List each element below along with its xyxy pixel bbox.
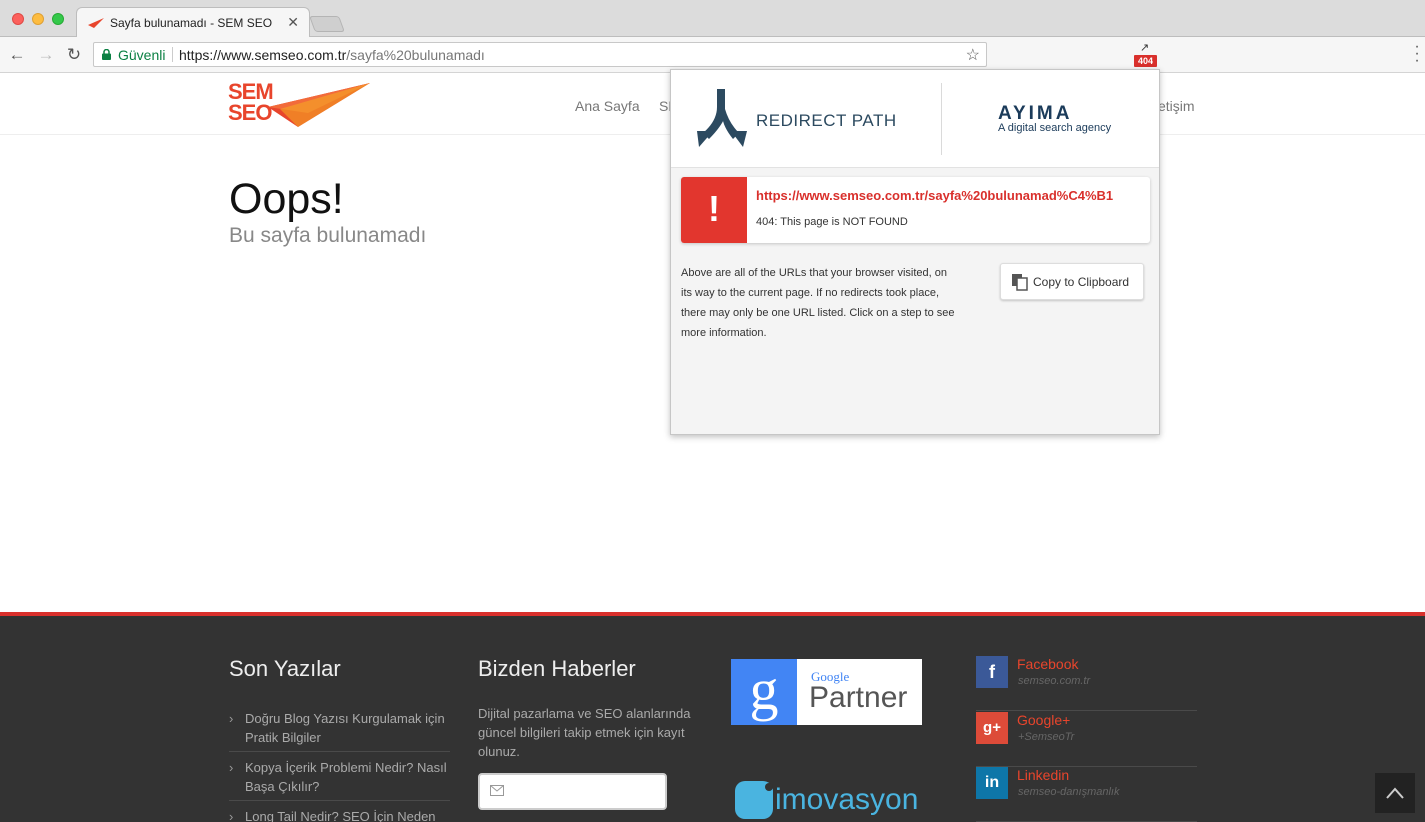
reload-icon[interactable]: ↻: [64, 45, 84, 65]
clipboard-icon: [1012, 274, 1028, 291]
newsletter-text: Dijital pazarlama ve SEO alanlarında gün…: [478, 706, 691, 759]
new-tab-button[interactable]: [309, 16, 345, 32]
back-arrow-icon[interactable]: ←: [7, 45, 27, 65]
redirect-path-logo-icon: [697, 89, 747, 147]
secure-label: Güvenli: [118, 47, 166, 63]
popup-header: REDIRECT PATH AYIMA A digital search age…: [671, 70, 1159, 168]
redirect-step-url[interactable]: https://www.semseo.com.tr/sayfa%20buluna…: [756, 188, 1113, 203]
url-path: /sayfa%20bulunamadı: [346, 47, 485, 63]
paper-plane-icon: [268, 83, 370, 127]
browser-tabbar: Sayfa bulunamadı - SEM SEO ✕: [0, 0, 1425, 38]
imovasyon-text: imovasyon: [775, 783, 919, 816]
svg-text:g: g: [750, 659, 779, 722]
nav-link-home[interactable]: Ana Sayfa: [575, 98, 640, 114]
browser-tab-active[interactable]: Sayfa bulunamadı - SEM SEO ✕: [76, 7, 310, 38]
page-subtitle: Bu sayfa bulunamadı: [229, 224, 427, 247]
forward-arrow-icon[interactable]: →: [36, 45, 56, 65]
popup-title: REDIRECT PATH: [756, 111, 897, 130]
google-partner-badge[interactable]: g Google Partner: [731, 659, 922, 725]
facebook-icon: f: [976, 656, 1008, 688]
tab-title: Sayfa bulunamadı - SEM SEO: [110, 16, 273, 30]
recent-post-link[interactable]: › Doğru Blog Yazısı Kurgulamak için Prat…: [229, 709, 450, 752]
site-footer: Son Yazılar › Doğru Blog Yazısı Kurgulam…: [0, 616, 1425, 822]
browser-toolbar: ← → ↻ Güvenli https://www.semseo.com.tr/…: [0, 37, 1425, 73]
social-handle: semseo.com.tr: [1018, 675, 1091, 687]
recent-posts-heading: Son Yazılar: [229, 656, 341, 681]
partner-label: Partner: [809, 681, 908, 714]
recent-post-title: Kopya İçerik Problemi Nedir? Nasıl Başa …: [245, 760, 447, 794]
lock-icon: [102, 49, 111, 60]
scroll-to-top-button[interactable]: [1375, 773, 1415, 813]
browser-menu-icon[interactable]: · · ·: [1413, 39, 1421, 69]
redirect-step-card[interactable]: ! https://www.semseo.com.tr/sayfa%20bulu…: [681, 177, 1150, 243]
semseo-favicon-icon: [88, 18, 104, 28]
chevron-up-icon: [1386, 787, 1404, 799]
imovasyon-logo[interactable]: imovasyon: [735, 779, 925, 822]
alert-icon: !: [681, 177, 747, 243]
social-name: Linkedin: [1017, 767, 1070, 783]
window-close-button[interactable]: [12, 13, 24, 25]
newsletter-heading: Bizden Haberler: [478, 656, 636, 681]
recent-post-title: Doğru Blog Yazısı Kurgulamak için Pratik…: [245, 711, 445, 745]
semseo-logo[interactable]: SEM SEO: [228, 81, 370, 127]
envelope-icon: [490, 785, 504, 796]
popup-description: Above are all of the URLs that your brow…: [681, 267, 955, 339]
extension-badge[interactable]: 404: [1134, 55, 1157, 67]
address-separator: [172, 47, 173, 62]
linkedin-icon: in: [976, 767, 1008, 799]
social-handle: +SemseoTr: [1018, 731, 1075, 743]
recent-post-title: Long Tail Nedir? SEO İçin Neden: [245, 809, 436, 822]
ayima-tagline: A digital search agency: [998, 122, 1112, 134]
chevron-right-icon: ›: [229, 711, 234, 726]
redirect-path-extension-icon[interactable]: ↗: [1140, 41, 1149, 54]
copy-to-clipboard-button[interactable]: Copy to Clipboard: [1000, 263, 1144, 300]
window-minimize-button[interactable]: [32, 13, 44, 25]
address-url[interactable]: https://www.semseo.com.tr/sayfa%20buluna…: [179, 47, 485, 63]
social-name: Facebook: [1017, 656, 1079, 672]
url-base: https://www.semseo.com.tr: [179, 47, 347, 63]
social-link-googleplus[interactable]: g+ Google+ +SemseoTr: [976, 712, 1197, 767]
redirect-step-status: 404: This page is NOT FOUND: [756, 216, 908, 228]
imovasyon-dot-icon: [765, 783, 773, 791]
social-link-facebook[interactable]: f Facebook semseo.com.tr: [976, 656, 1197, 711]
address-bar[interactable]: Güvenli https://www.semseo.com.tr/sayfa%…: [93, 42, 987, 67]
chevron-right-icon: ›: [229, 809, 234, 822]
logo-text-seo: SEO: [228, 100, 272, 125]
social-link-linkedin[interactable]: in Linkedin semseo-danışmanlık: [976, 767, 1197, 822]
copy-button-label: Copy to Clipboard: [1033, 275, 1130, 289]
page-title: Oops!: [229, 175, 344, 223]
newsletter-email-input[interactable]: [478, 773, 667, 810]
google-g-icon: g: [731, 659, 797, 725]
window-maximize-button[interactable]: [52, 13, 64, 25]
google-plus-icon: g+: [976, 712, 1008, 744]
redirect-path-popup: REDIRECT PATH AYIMA A digital search age…: [670, 69, 1160, 435]
social-name: Google+: [1017, 712, 1071, 728]
social-handle: semseo-danışmanlık: [1018, 786, 1120, 798]
header-divider: [941, 83, 942, 155]
bookmark-star-icon[interactable]: ☆: [966, 45, 980, 65]
chevron-right-icon: ›: [229, 760, 234, 775]
nav-link-contact[interactable]: etişim: [1158, 98, 1195, 114]
recent-post-link[interactable]: › Long Tail Nedir? SEO İçin Neden: [229, 807, 450, 822]
recent-post-link[interactable]: › Kopya İçerik Problemi Nedir? Nasıl Baş…: [229, 758, 450, 801]
tab-close-icon[interactable]: ✕: [287, 14, 299, 31]
